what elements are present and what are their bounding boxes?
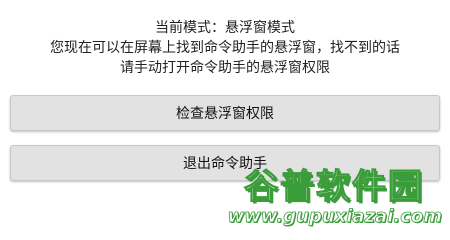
instruction-line: 请手动打开命令助手的悬浮窗权限	[120, 60, 330, 76]
watermark-logo-text: 谷普软件园	[243, 166, 424, 207]
mode-label: 当前模式：悬浮窗模式	[155, 20, 295, 36]
status-message: 当前模式：悬浮窗模式 您现在可以在屏幕上找到命令助手的悬浮窗，找不到的话 请手动…	[0, 18, 450, 78]
site-watermark: 谷普软件园 www.gupuxiazai.com	[214, 159, 442, 229]
check-overlay-permission-button[interactable]: 检查悬浮窗权限	[10, 95, 440, 131]
instruction-line: 您现在可以在屏幕上找到命令助手的悬浮窗，找不到的话	[50, 40, 400, 56]
watermark-url: www.gupuxiazai.com	[227, 206, 442, 228]
